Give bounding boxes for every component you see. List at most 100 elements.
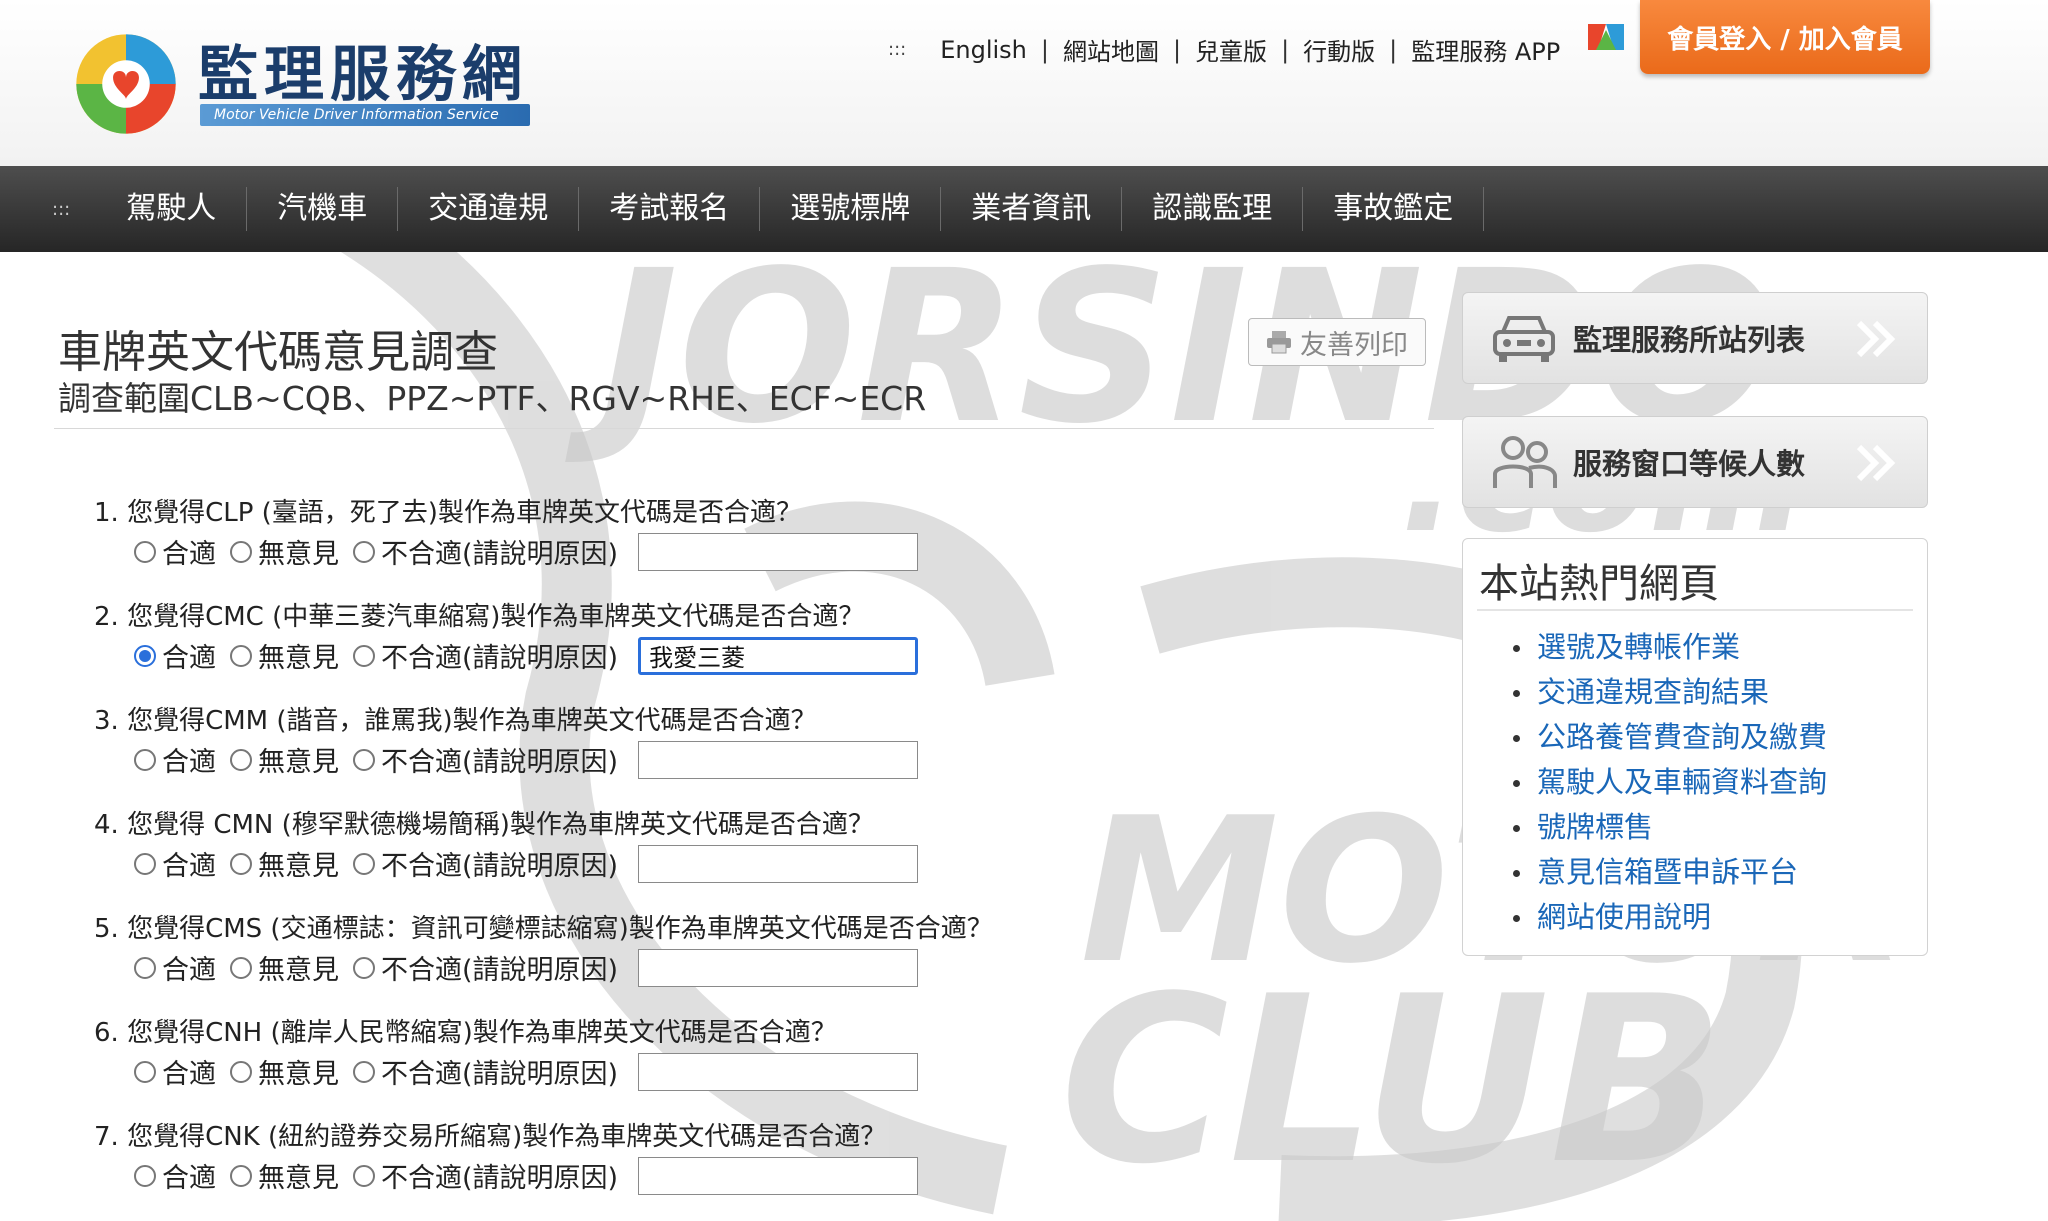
option-disagree[interactable]: 不合適(請說明原因) — [353, 532, 618, 571]
hot-link-feedback[interactable]: 意見信箱暨申訴平台 — [1512, 850, 1827, 895]
option-agree[interactable]: 合適 — [134, 948, 216, 987]
site-subtitle: Motor Vehicle Driver Information Service — [200, 104, 530, 126]
radio-agree[interactable] — [134, 1060, 156, 1083]
hot-link-site-guide[interactable]: 網站使用說明 — [1512, 895, 1827, 940]
option-agree[interactable]: 合適 — [134, 844, 216, 883]
option-neutral[interactable]: 無意見 — [230, 1156, 339, 1195]
radio-neutral[interactable] — [230, 956, 252, 979]
link-sitemap[interactable]: 網站地圖 — [1063, 32, 1159, 67]
question-text: 3. 您覺得CMM (諧音，誰罵我)製作為車牌英文代碼是否合適？ — [94, 706, 817, 736]
option-neutral[interactable]: 無意見 — [230, 844, 339, 883]
option-agree[interactable]: 合適 — [134, 532, 216, 571]
top-menu-dots[interactable]: ::: — [888, 39, 906, 60]
radio-agree[interactable] — [134, 748, 156, 771]
radio-disagree[interactable] — [353, 644, 375, 667]
radio-agree[interactable] — [134, 852, 156, 875]
hot-link-violation-results[interactable]: 交通違規查詢結果 — [1512, 670, 1827, 715]
option-neutral[interactable]: 無意見 — [230, 1052, 339, 1091]
hot-link-plate-auction[interactable]: 號牌標售 — [1512, 805, 1827, 850]
question-options: 合適 無意見 不合適(請說明原因) — [134, 1156, 919, 1195]
link-app[interactable]: 監理服務 APP — [1411, 32, 1560, 67]
option-neutral[interactable]: 無意見 — [230, 948, 339, 987]
option-agree[interactable]: 合適 — [134, 636, 216, 675]
nav-item-exam[interactable]: 考試報名 — [579, 187, 761, 231]
nav-item-accident[interactable]: 事故鑑定 — [1303, 187, 1485, 231]
site-title[interactable]: 監理服務網 — [198, 26, 528, 113]
site-logo-icon[interactable] — [72, 30, 180, 138]
hot-link-road-fee[interactable]: 公路養管費查詢及繳費 — [1512, 715, 1827, 760]
reason-input[interactable] — [638, 1052, 919, 1091]
radio-agree[interactable] — [134, 540, 156, 563]
radio-neutral[interactable] — [230, 644, 252, 667]
link-kids[interactable]: 兒童版 — [1195, 32, 1267, 67]
option-agree-label: 合適 — [162, 851, 216, 882]
option-disagree-label: 不合適(請說明原因) — [381, 643, 619, 674]
option-neutral[interactable]: 無意見 — [230, 740, 339, 779]
option-agree[interactable]: 合適 — [134, 740, 216, 779]
radio-neutral[interactable] — [230, 1164, 252, 1187]
option-neutral-label: 無意見 — [258, 955, 339, 986]
radio-disagree[interactable] — [353, 748, 375, 771]
nav-item-plates[interactable]: 選號標牌 — [760, 187, 942, 231]
title-divider — [54, 428, 1434, 429]
radio-agree[interactable] — [134, 956, 156, 979]
link-mobile[interactable]: 行動版 — [1303, 32, 1375, 67]
hot-link-driver-vehicle-query[interactable]: 駕駛人及車輛資料查詢 — [1512, 760, 1827, 805]
radio-neutral[interactable] — [230, 540, 252, 563]
station-list-button[interactable]: 監理服務所站列表 — [1462, 292, 1928, 384]
option-neutral[interactable]: 無意見 — [230, 532, 339, 571]
option-agree[interactable]: 合適 — [134, 1052, 216, 1091]
option-agree[interactable]: 合適 — [134, 1156, 216, 1195]
car-icon — [1493, 316, 1555, 362]
reason-input[interactable] — [638, 1156, 919, 1195]
app: JORSINDO .com MOTOR CLUB 監理服務網 Motor Veh… — [0, 0, 2048, 1221]
radio-neutral[interactable] — [230, 852, 252, 875]
separator: | — [1281, 35, 1290, 64]
radio-disagree[interactable] — [353, 1164, 375, 1187]
reason-input[interactable] — [638, 948, 919, 987]
nav-item-business[interactable]: 業者資訊 — [941, 187, 1123, 231]
radio-disagree[interactable] — [353, 852, 375, 875]
reason-input[interactable] — [638, 532, 919, 571]
print-button[interactable]: 友善列印 — [1248, 318, 1426, 366]
option-neutral-label: 無意見 — [258, 1059, 339, 1090]
radio-neutral[interactable] — [230, 748, 252, 771]
radio-neutral[interactable] — [230, 1060, 252, 1083]
reason-input[interactable] — [638, 636, 919, 675]
question-options: 合適 無意見 不合適(請說明原因) — [134, 948, 919, 987]
radio-agree[interactable] — [134, 644, 156, 667]
radio-disagree[interactable] — [353, 1060, 375, 1083]
link-english[interactable]: English — [940, 36, 1027, 64]
radio-disagree[interactable] — [353, 540, 375, 563]
nav-dots[interactable]: ::: — [52, 199, 70, 220]
option-disagree[interactable]: 不合適(請說明原因) — [353, 844, 618, 883]
reason-input[interactable] — [638, 740, 919, 779]
option-agree-label: 合適 — [162, 1163, 216, 1194]
option-disagree[interactable]: 不合適(請說明原因) — [353, 1156, 618, 1195]
option-disagree[interactable]: 不合適(請說明原因) — [353, 948, 618, 987]
option-disagree-label: 不合適(請說明原因) — [381, 747, 619, 778]
nav-item-vehicle[interactable]: 汽機車 — [247, 187, 399, 231]
option-agree-label: 合適 — [162, 1059, 216, 1090]
option-disagree[interactable]: 不合適(請說明原因) — [353, 740, 618, 779]
main-content: 車牌英文代碼意見調查 調查範圍CLB~CQB、PPZ~PTF、RGV~RHE、E… — [0, 252, 2048, 1221]
page-title: 車牌英文代碼意見調查 — [58, 327, 498, 378]
reason-input[interactable] — [638, 844, 919, 883]
separator: | — [1389, 35, 1398, 64]
waiting-count-button[interactable]: 服務窗口等候人數 — [1462, 416, 1928, 508]
radio-agree[interactable] — [134, 1164, 156, 1187]
top-links: ::: English | 網站地圖 | 兒童版 | 行動版 | 監理服務 AP… — [888, 32, 1560, 67]
nav-item-driver[interactable]: 駕駛人 — [96, 187, 248, 231]
nav-item-violation[interactable]: 交通違規 — [398, 187, 580, 231]
option-disagree[interactable]: 不合適(請說明原因) — [353, 1052, 618, 1091]
login-join-button[interactable]: 會員登入 / 加入會員 — [1640, 0, 1930, 74]
hot-link-plate-selection[interactable]: 選號及轉帳作業 — [1512, 625, 1827, 670]
radio-disagree[interactable] — [353, 956, 375, 979]
nav-item-about[interactable]: 認識監理 — [1122, 187, 1304, 231]
option-neutral[interactable]: 無意見 — [230, 636, 339, 675]
option-neutral-label: 無意見 — [258, 539, 339, 570]
option-disagree[interactable]: 不合適(請說明原因) — [353, 636, 618, 675]
brand-icon[interactable] — [1588, 20, 1624, 54]
separator: | — [1040, 35, 1049, 64]
option-disagree-label: 不合適(請說明原因) — [381, 539, 619, 570]
